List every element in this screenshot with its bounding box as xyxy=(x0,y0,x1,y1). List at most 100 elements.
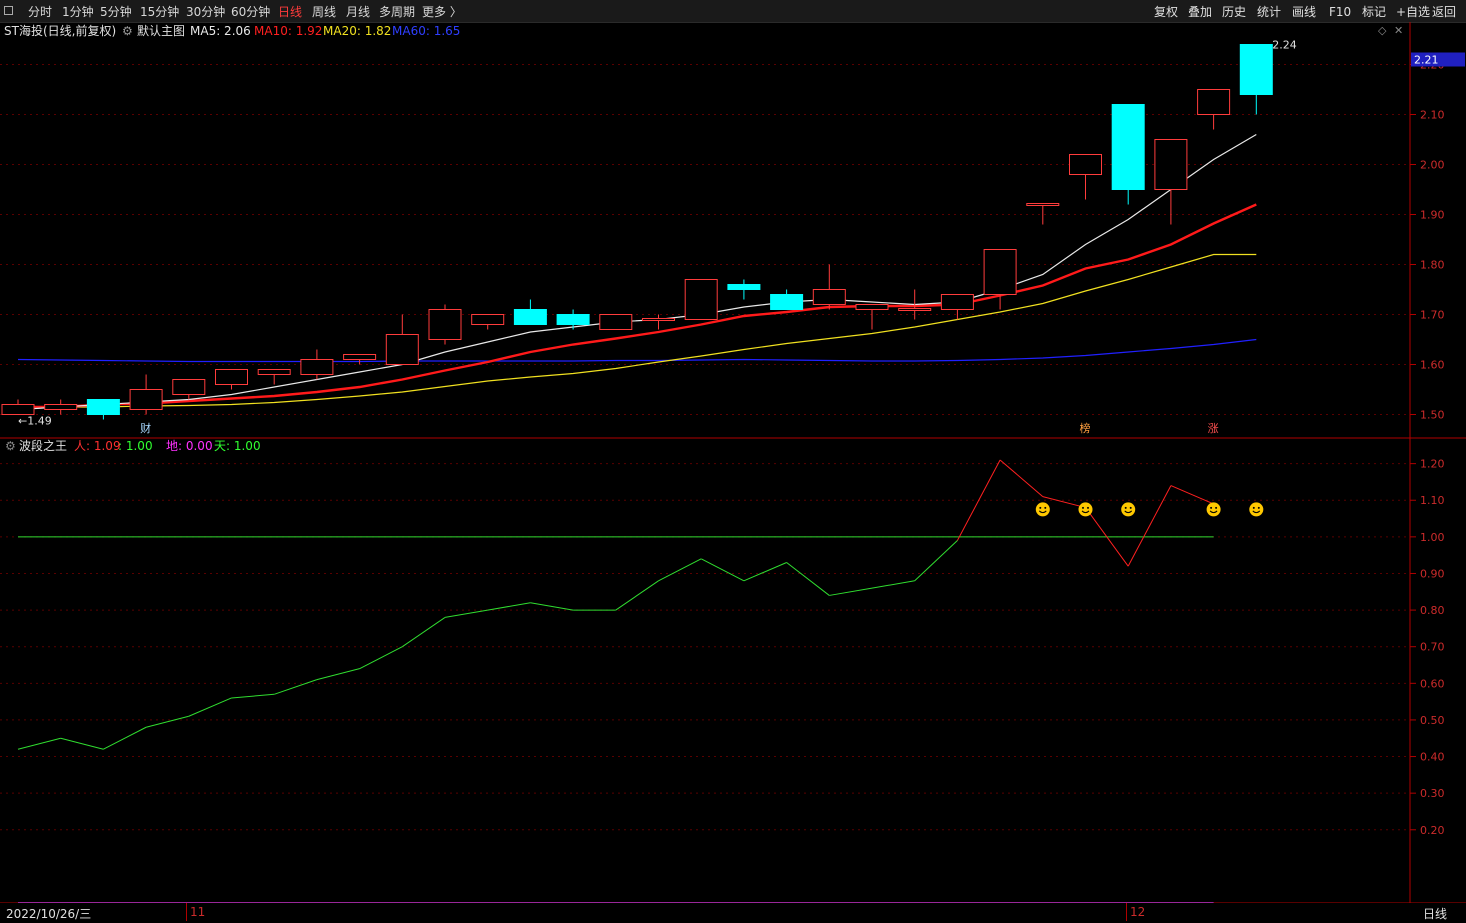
period-tab-7[interactable]: 周线 xyxy=(312,4,336,20)
candle-body xyxy=(1197,89,1231,115)
candle-body xyxy=(684,279,718,320)
period-tab-4[interactable]: 30分钟 xyxy=(186,4,225,20)
template-label[interactable]: 默认主图 xyxy=(137,23,185,39)
toolbar-button-4[interactable]: 画线 xyxy=(1292,4,1316,20)
toolbar-button-2[interactable]: 历史 xyxy=(1222,4,1246,20)
ren-segment xyxy=(359,646,403,670)
indicator-tick-label: 1.00 xyxy=(1420,531,1445,544)
candle-body xyxy=(642,318,675,321)
month-label-11: 11 xyxy=(190,905,206,919)
chart-canvas[interactable]: 1.501.601.701.801.902.002.102.200.200.30… xyxy=(0,22,1466,903)
smiley-eye xyxy=(1039,506,1042,509)
smiley-eye xyxy=(1044,506,1047,509)
candle-body xyxy=(44,404,78,410)
candle-body xyxy=(513,309,547,325)
ren-segment xyxy=(743,562,787,582)
ren-segment xyxy=(700,558,745,582)
main-tick-label: 1.70 xyxy=(1420,309,1445,322)
indicator-label-ren: 人: 1.09 xyxy=(74,439,121,453)
smiley-eye xyxy=(1210,506,1213,509)
indicator-label-di: 地: 0.00 xyxy=(166,439,213,453)
period-tab-10[interactable]: 更多 〉 xyxy=(422,4,462,20)
main-tick-label: 1.90 xyxy=(1420,209,1445,222)
toolbar-button-1[interactable]: 叠加 xyxy=(1188,4,1212,20)
candle-body xyxy=(770,294,804,310)
main-tick-label: 1.60 xyxy=(1420,359,1445,372)
ren-segment xyxy=(103,726,147,750)
smiley-eye xyxy=(1082,506,1084,509)
ren-segment xyxy=(444,609,488,618)
candle-body xyxy=(940,294,974,310)
candle-body xyxy=(1069,154,1102,175)
candle-body xyxy=(556,314,590,325)
main-tick-label: 1.80 xyxy=(1420,259,1445,272)
indicator-tick-label: 0.70 xyxy=(1420,641,1445,654)
smiley-icon xyxy=(1249,502,1264,517)
candle-body xyxy=(215,369,248,385)
ma10-line xyxy=(18,203,1257,409)
indicator-name[interactable]: 波段之王 xyxy=(19,438,67,454)
smiley-icon xyxy=(1035,502,1050,517)
ren-segment xyxy=(145,715,189,728)
ren-segment xyxy=(956,459,1001,541)
ren-segment xyxy=(17,737,61,750)
ren-segment xyxy=(231,693,275,699)
candle-body xyxy=(1,404,35,415)
settings-gear-icon[interactable]: ⚙ xyxy=(122,23,133,39)
indicator-tick-label: 0.60 xyxy=(1420,677,1445,690)
indicator-settings-icon[interactable]: ⚙ xyxy=(5,438,16,454)
indicator-tick-label: 0.20 xyxy=(1420,824,1445,837)
period-tab-3[interactable]: 15分钟 xyxy=(140,4,179,20)
stock-label[interactable]: ST海投(日线,前复权) xyxy=(4,23,116,39)
main-tick-label: 1.50 xyxy=(1420,409,1445,422)
ma5-label: MA5: 2.06 xyxy=(190,24,251,38)
candle-body xyxy=(343,354,377,360)
toolbar-button-7[interactable]: +自选 xyxy=(1396,4,1430,20)
period-tab-6[interactable]: 日线 xyxy=(278,4,302,20)
ren-segment xyxy=(316,668,360,681)
candle-body xyxy=(812,289,846,305)
event-mark: 榜 xyxy=(1080,421,1091,435)
smiley-eye xyxy=(1215,506,1218,509)
toolbar-button-6[interactable]: 标记 xyxy=(1362,4,1386,20)
smiley-eye xyxy=(1124,506,1127,509)
ren-segment xyxy=(487,602,531,611)
candle-body xyxy=(1239,44,1273,95)
top-toolbar: 分时 1分钟 5分钟 15分钟 30分钟 60分钟 日线 周线 月线 多周期 更多 〉 复权 叠加 历史… xyxy=(0,0,1466,23)
main-tick-label: 2.00 xyxy=(1420,159,1445,172)
candle-body xyxy=(599,314,633,330)
period-tab-0[interactable]: 分时 xyxy=(28,4,52,20)
ren-segment xyxy=(786,562,830,596)
diamond-icon[interactable]: ◇ xyxy=(1378,23,1386,39)
close-icon[interactable]: ✕ xyxy=(1394,23,1403,39)
indicator-tick-label: 1.10 xyxy=(1420,494,1445,507)
candle-body xyxy=(257,369,291,375)
ren-segment xyxy=(1127,485,1172,567)
candle-body xyxy=(428,309,462,340)
period-tab-8[interactable]: 月线 xyxy=(346,4,370,20)
candle-body xyxy=(129,389,163,410)
period-tab-5[interactable]: 60分钟 xyxy=(231,4,270,20)
toolbar-button-0[interactable]: 复权 xyxy=(1154,4,1178,20)
candle-body xyxy=(1026,203,1060,206)
window-square-icon[interactable] xyxy=(4,6,13,15)
month-label-12: 12 xyxy=(1130,905,1146,919)
ren-segment xyxy=(914,540,958,582)
period-tab-9[interactable]: 多周期 xyxy=(379,4,415,20)
candle-body xyxy=(1111,104,1145,190)
toolbar-button-8[interactable]: 返回 xyxy=(1432,4,1456,20)
ren-segment xyxy=(188,697,232,717)
ren-segment xyxy=(615,580,659,611)
month-divider xyxy=(186,903,187,921)
toolbar-button-3[interactable]: 统计 xyxy=(1257,4,1281,20)
period-tab-2[interactable]: 5分钟 xyxy=(100,4,132,20)
smiley-eye xyxy=(1129,506,1132,509)
toolbar-button-5[interactable]: F10 xyxy=(1329,4,1351,20)
ma10-label: MA10: 1.92 xyxy=(254,24,323,38)
ren-segment xyxy=(274,679,318,695)
ren-segment xyxy=(871,580,915,589)
event-mark: 涨 xyxy=(1208,422,1219,435)
candle-body xyxy=(385,334,419,365)
period-tab-1[interactable]: 1分钟 xyxy=(62,4,94,20)
ren-segment xyxy=(402,616,446,648)
